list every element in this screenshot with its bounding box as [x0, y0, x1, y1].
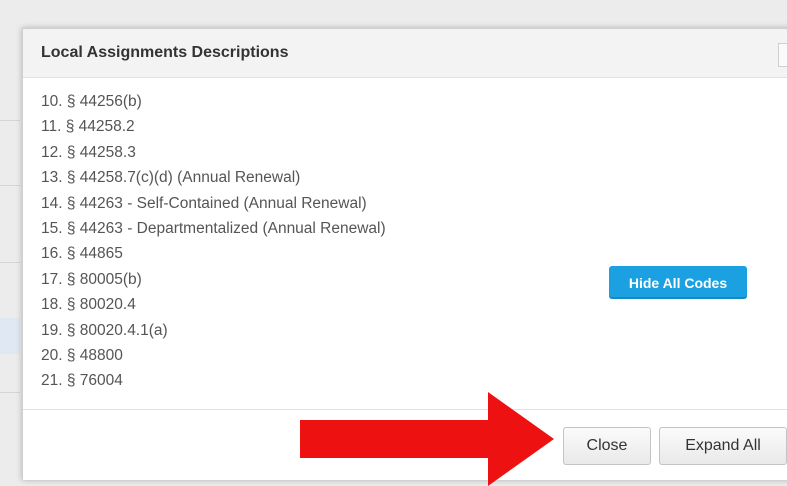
hide-all-codes-button[interactable]: Hide All Codes [609, 266, 747, 299]
background-row-divider [0, 120, 20, 121]
list-item: 16. § 44865 [41, 245, 123, 263]
list-item: 21. § 76004 [41, 372, 123, 390]
code-list: 10. § 44256(b) 11. § 44258.2 12. § 44258… [41, 89, 386, 394]
arrow-shape [300, 392, 554, 486]
list-item: 20. § 48800 [41, 347, 123, 365]
header-control-edge[interactable] [778, 43, 787, 67]
list-item: 13. § 44258.7(c)(d) (Annual Renewal) [41, 169, 301, 187]
background-row-divider [0, 185, 20, 186]
background-row-divider [0, 262, 20, 263]
expand-all-button[interactable]: Expand All [659, 427, 787, 465]
close-button[interactable]: Close [563, 427, 651, 465]
background-selected-row [0, 318, 20, 354]
list-item: 10. § 44256(b) [41, 93, 142, 110]
modal-title: Local Assignments Descriptions [41, 44, 289, 61]
list-item: 14. § 44263 - Self-Contained (Annual Ren… [41, 194, 367, 212]
list-item: 11. § 44258.2 [41, 118, 135, 136]
modal-header: Local Assignments Descriptions [23, 29, 787, 78]
list-item: 17. § 80005(b) [41, 270, 142, 288]
list-item: 19. § 80020.4.1(a) [41, 321, 168, 339]
list-item: 18. § 80020.4 [41, 296, 136, 314]
list-item: 12. § 44258.3 [41, 143, 136, 161]
background-row-divider [0, 392, 20, 393]
red-arrow-right-icon [300, 392, 554, 486]
list-item: 15. § 44263 - Departmentalized (Annual R… [41, 220, 386, 238]
